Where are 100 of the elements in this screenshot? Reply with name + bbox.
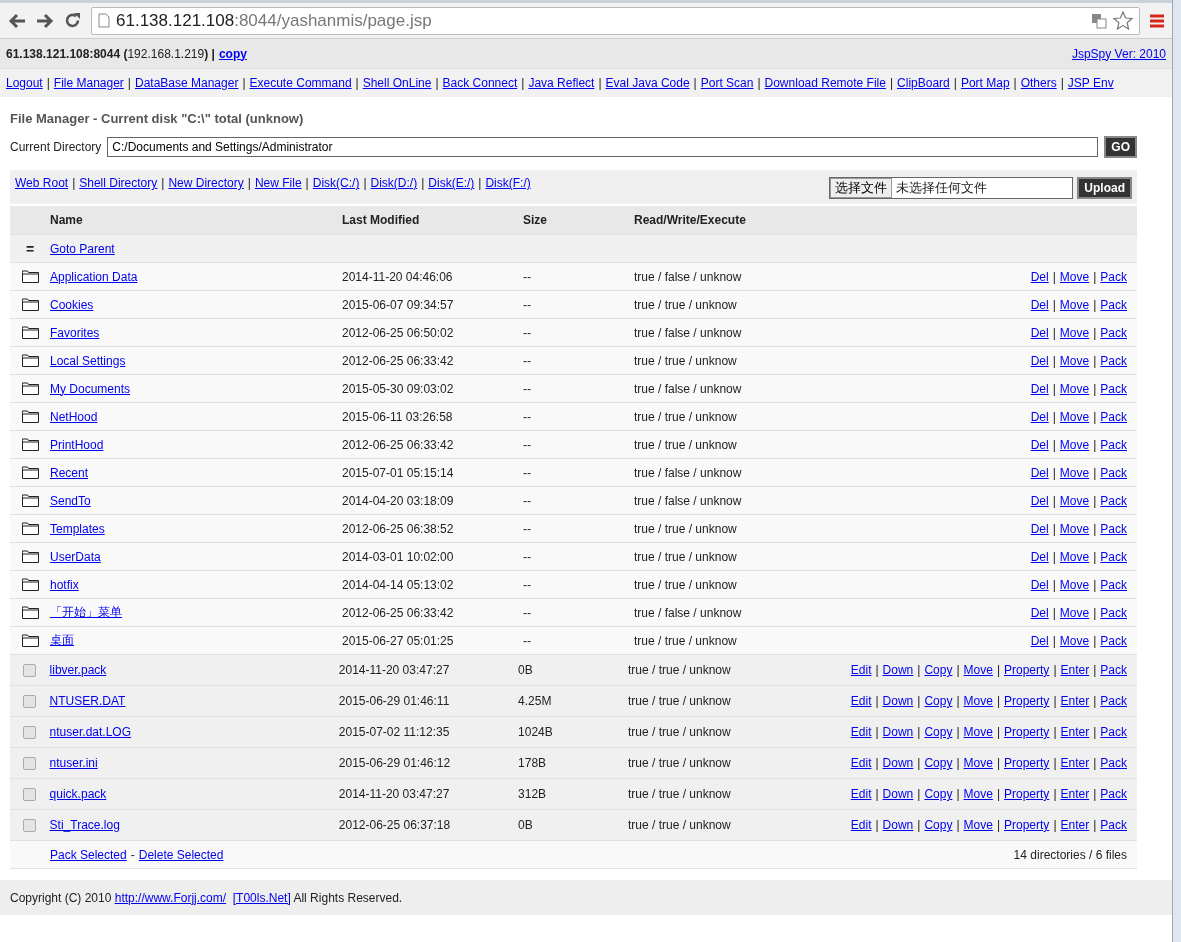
action-link[interactable]: Down: [882, 663, 914, 677]
action-link[interactable]: Down: [882, 818, 914, 832]
action-link[interactable]: Pack: [1100, 325, 1127, 340]
action-link[interactable]: Move: [1059, 577, 1090, 592]
action-link[interactable]: Del: [1030, 521, 1049, 536]
action-link[interactable]: Move: [963, 663, 993, 677]
file-checkbox[interactable]: [23, 694, 37, 708]
action-link[interactable]: Down: [882, 694, 914, 708]
action-link[interactable]: Del: [1030, 353, 1049, 368]
action-link[interactable]: Copy: [924, 787, 953, 801]
translate-icon[interactable]: [1091, 12, 1107, 29]
action-link[interactable]: Property: [1004, 818, 1050, 832]
action-link[interactable]: Del: [1030, 409, 1049, 424]
file-name-link[interactable]: NetHood: [50, 409, 98, 424]
action-link[interactable]: Edit: [850, 818, 872, 832]
file-checkbox[interactable]: [23, 818, 37, 832]
action-link[interactable]: Del: [1030, 577, 1049, 592]
file-name-link[interactable]: Local Settings: [50, 353, 126, 368]
action-link[interactable]: Del: [1030, 465, 1049, 480]
directory-field[interactable]: C:/Documents and Settings/Administrator: [107, 137, 1099, 157]
action-link[interactable]: Del: [1030, 633, 1049, 648]
action-link[interactable]: Move: [1059, 409, 1090, 424]
address-bar[interactable]: 61.138.121.108:8044/yashanmis/page.jsp: [91, 6, 1140, 35]
action-link[interactable]: Down: [882, 787, 914, 801]
star-icon[interactable]: [1113, 11, 1133, 30]
file-name-link[interactable]: UserData: [50, 549, 101, 564]
menu-icon[interactable]: [1150, 13, 1164, 28]
action-link[interactable]: Property: [1004, 787, 1050, 801]
file-name-link[interactable]: quick.pack: [49, 787, 107, 801]
action-link[interactable]: Pack: [1100, 465, 1127, 480]
action-link[interactable]: Pack: [1100, 521, 1127, 536]
file-name-link[interactable]: PrintHood: [50, 437, 104, 452]
action-link[interactable]: Pack: [1100, 437, 1127, 452]
action-link[interactable]: Pack: [1100, 725, 1127, 739]
action-link[interactable]: Copy: [924, 818, 953, 832]
action-link[interactable]: Move: [963, 694, 993, 708]
nav-link[interactable]: Shell OnLine: [362, 76, 432, 90]
action-link[interactable]: Property: [1004, 725, 1050, 739]
quick-link[interactable]: Web Root: [15, 176, 69, 190]
file-name-link[interactable]: libver.pack: [49, 663, 107, 677]
action-link[interactable]: Enter: [1060, 663, 1090, 677]
file-name-link[interactable]: Sti_Trace.log: [49, 818, 120, 832]
action-link[interactable]: Del: [1030, 325, 1049, 340]
file-name-link[interactable]: 「开始」菜单: [50, 605, 122, 619]
action-link[interactable]: Enter: [1060, 725, 1090, 739]
action-link[interactable]: Pack: [1100, 605, 1127, 620]
action-link[interactable]: Enter: [1060, 694, 1090, 708]
action-link[interactable]: Property: [1004, 663, 1050, 677]
go-button[interactable]: GO: [1104, 136, 1137, 158]
nav-link[interactable]: Port Scan: [700, 76, 754, 90]
file-name-link[interactable]: Application Data: [50, 269, 138, 284]
delete-selected-link[interactable]: Delete Selected: [138, 847, 224, 862]
file-name-link[interactable]: Favorites: [50, 325, 100, 340]
nav-link[interactable]: JSP Env: [1067, 76, 1114, 90]
nav-link[interactable]: Back Connect: [442, 76, 518, 90]
quick-link[interactable]: Disk(E:/): [428, 176, 475, 190]
action-link[interactable]: Edit: [850, 663, 872, 677]
action-link[interactable]: Pack: [1100, 381, 1127, 396]
file-name-link[interactable]: My Documents: [50, 381, 131, 396]
action-link[interactable]: Down: [882, 756, 914, 770]
file-checkbox[interactable]: [23, 663, 37, 677]
action-link[interactable]: Property: [1004, 756, 1050, 770]
action-link[interactable]: Move: [963, 787, 993, 801]
copy-link[interactable]: copy: [218, 46, 247, 61]
action-link[interactable]: Pack: [1100, 269, 1127, 284]
file-name-link[interactable]: Templates: [50, 521, 105, 536]
action-link[interactable]: Pack: [1100, 787, 1127, 801]
action-link[interactable]: Pack: [1100, 493, 1127, 508]
quick-link[interactable]: Disk(C:/): [312, 176, 360, 190]
action-link[interactable]: Move: [1059, 633, 1090, 648]
action-link[interactable]: Property: [1004, 694, 1050, 708]
action-link[interactable]: Edit: [850, 756, 872, 770]
file-checkbox[interactable]: [23, 756, 37, 770]
file-checkbox[interactable]: [23, 787, 37, 801]
file-name-link[interactable]: SendTo: [50, 493, 91, 508]
pack-selected-link[interactable]: Pack Selected: [50, 847, 127, 862]
file-name-link[interactable]: 桌面: [50, 633, 74, 647]
nav-link[interactable]: Java Reflect: [528, 76, 595, 90]
action-link[interactable]: Enter: [1060, 756, 1090, 770]
action-link[interactable]: Pack: [1100, 633, 1127, 648]
action-link[interactable]: Pack: [1100, 353, 1127, 368]
action-link[interactable]: Enter: [1060, 787, 1090, 801]
file-name-link[interactable]: NTUSER.DAT: [49, 694, 126, 708]
nav-link[interactable]: Eval Java Code: [605, 76, 690, 90]
action-link[interactable]: Move: [1059, 381, 1090, 396]
action-link[interactable]: Move: [963, 756, 993, 770]
back-icon[interactable]: [8, 12, 26, 29]
action-link[interactable]: Move: [1059, 353, 1090, 368]
action-link[interactable]: Del: [1030, 493, 1049, 508]
action-link[interactable]: Move: [963, 818, 993, 832]
quick-link[interactable]: Disk(D:/): [370, 176, 418, 190]
action-link[interactable]: Move: [1059, 549, 1090, 564]
action-link[interactable]: Del: [1030, 605, 1049, 620]
nav-link[interactable]: Download Remote File: [764, 76, 886, 90]
action-link[interactable]: Edit: [850, 725, 872, 739]
nav-link[interactable]: Logout: [6, 76, 43, 90]
nav-link[interactable]: ClipBoard: [897, 76, 950, 90]
action-link[interactable]: Move: [1059, 493, 1090, 508]
file-name-link[interactable]: ntuser.dat.LOG: [49, 725, 131, 739]
action-link[interactable]: Enter: [1060, 818, 1090, 832]
